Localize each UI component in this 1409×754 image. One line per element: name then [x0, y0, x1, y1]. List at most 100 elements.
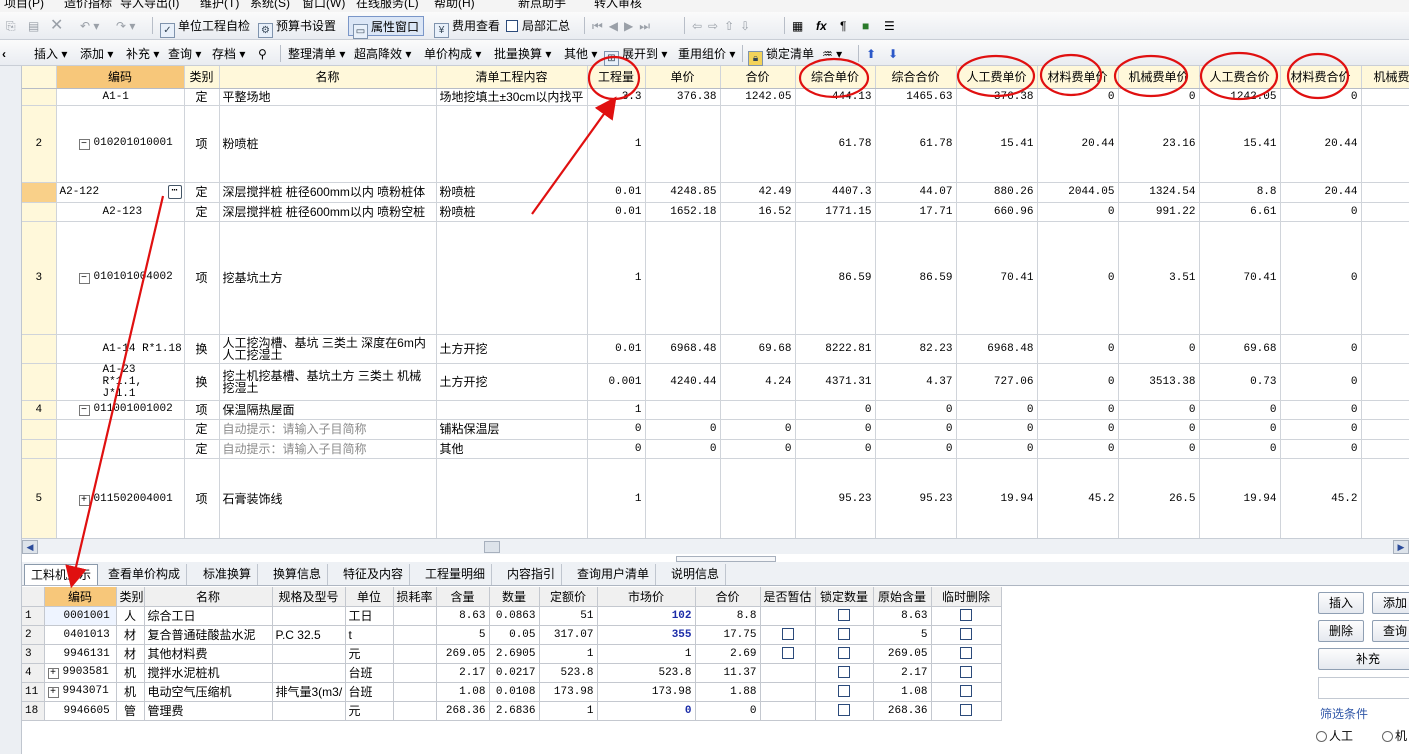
row-content[interactable] [436, 400, 588, 420]
resource-code[interactable]: 0401013 [44, 625, 117, 645]
row-total-price[interactable]: 0 [720, 439, 796, 459]
table-row[interactable]: A1-14 R*1.18 换人工挖沟槽、基坑 三类土 深度在6m内 人工挖湿土 土方… [22, 334, 1409, 364]
unit-price-comp-menu[interactable]: 单价构成 ▾ [424, 44, 481, 64]
row-comp-unit-price[interactable]: 444.13 [795, 88, 876, 106]
resource-temp-delete[interactable] [931, 682, 1002, 702]
row-labor-total[interactable]: 69.68 [1199, 334, 1281, 364]
paste-icon[interactable]: ▤ [28, 16, 39, 36]
row-machine-unit-price[interactable]: 0 [1118, 334, 1200, 364]
resource-quota-price[interactable]: 173.98 [539, 682, 598, 702]
row-total-price[interactable]: 16.52 [720, 202, 796, 222]
resource-quota-price[interactable]: 523.8 [539, 663, 598, 683]
resource-temp-delete[interactable] [931, 606, 1002, 626]
resource-orig-content[interactable]: 269.05 [873, 644, 932, 664]
resource-quota-price[interactable]: 317.07 [539, 625, 598, 645]
row-name[interactable]: 人工挖沟槽、基坑 三类土 深度在6m内 人工挖湿土 [219, 334, 437, 364]
menu-system[interactable]: 系统(S) [250, 0, 290, 11]
row-total-price[interactable]: 4.24 [720, 363, 796, 401]
row-quantity[interactable]: 1 [587, 400, 646, 420]
other-menu[interactable]: 其他 ▾ [564, 44, 597, 64]
row-quantity[interactable]: 3.3 [587, 88, 646, 106]
collapse-panel-icon[interactable]: ‹ [2, 44, 6, 64]
collapse-icon[interactable]: − [78, 405, 90, 416]
resource-total[interactable]: 11.37 [695, 663, 761, 683]
table-row[interactable]: A2-123 定深层搅拌桩 桩径600mm以内 喷粉空桩 粉喷桩 0.01 1652.1… [22, 202, 1409, 222]
list-icon[interactable]: ☰ [884, 16, 895, 36]
resource-loss[interactable] [393, 644, 437, 664]
add-resource-button[interactable]: 添加 [1372, 592, 1409, 614]
resource-lock-qty[interactable] [815, 701, 874, 721]
temp-delete-checkbox[interactable] [960, 627, 972, 640]
resource-qty[interactable]: 0.0108 [489, 682, 540, 702]
row-unit-price[interactable]: 376.38 [645, 88, 721, 106]
collapse-icon[interactable]: − [78, 273, 90, 284]
row-labor-unit-price[interactable]: 19.94 [956, 458, 1038, 538]
resource-provisional[interactable] [760, 701, 816, 721]
row-comp-total-price[interactable]: 86.59 [875, 221, 957, 335]
row-labor-unit-price[interactable]: 6968.48 [956, 334, 1038, 364]
formula-icon[interactable]: fx [816, 16, 827, 36]
col-machine-unit-price[interactable]: 机械费单价 [1118, 66, 1200, 89]
table-row[interactable]: 2−010201010001 项粉喷桩 1 61.78 61.78 15.41 20.44 2… [22, 105, 1409, 183]
resource-provisional[interactable] [760, 644, 816, 664]
calculator-icon[interactable]: ▦ [792, 16, 803, 36]
row-number[interactable] [22, 419, 57, 440]
row-type[interactable]: 定 [184, 202, 220, 222]
resource-lock-qty[interactable] [815, 682, 874, 702]
budget-settings-button[interactable]: ⚙ 预算书设置 [258, 16, 336, 38]
row-name[interactable]: 深层搅拌桩 桩径600mm以内 喷粉桩体 [219, 182, 437, 203]
row-material-total[interactable]: 20.44 [1280, 182, 1362, 203]
row-number[interactable] [22, 439, 57, 459]
supplement-menu[interactable]: 补充 ▾ [126, 44, 159, 64]
temp-delete-checkbox[interactable] [960, 646, 972, 659]
row-material-total[interactable]: 0 [1280, 334, 1362, 364]
lock-qty-checkbox[interactable] [838, 646, 850, 659]
rcol-name[interactable]: 名称 [144, 587, 273, 607]
resource-type[interactable]: 管 [116, 701, 145, 721]
row-labor-unit-price[interactable]: 727.06 [956, 363, 1038, 401]
partial-sum-toggle[interactable]: 局部汇总 [506, 16, 570, 36]
row-material-unit-price[interactable]: 0 [1037, 221, 1119, 335]
copy-icon[interactable]: ⎘ [6, 16, 16, 36]
table-row[interactable]: A1-23 R*1.1, J*1.1 换挖土机挖基槽、基坑土方 三类土 机械挖湿土… [22, 363, 1409, 401]
row-code[interactable]: A2-122 ⋯ [56, 182, 185, 203]
row-comp-unit-price[interactable]: 61.78 [795, 105, 876, 183]
row-content[interactable]: 粉喷桩 [436, 202, 588, 222]
row-machine-fee[interactable] [1361, 182, 1409, 203]
row-material-total[interactable]: 45.2 [1280, 458, 1362, 538]
row-material-total[interactable]: 0 [1280, 419, 1362, 440]
lock-qty-checkbox[interactable] [838, 627, 850, 640]
row-name[interactable]: 石膏装饰线 [219, 458, 437, 538]
row-code[interactable]: A2-123 [56, 202, 185, 222]
row-comp-total-price[interactable]: 95.23 [875, 458, 957, 538]
resource-qty[interactable]: 0.05 [489, 625, 540, 645]
row-unit-price[interactable]: 1652.18 [645, 202, 721, 222]
row-material-total[interactable]: 0 [1280, 363, 1362, 401]
row-type[interactable]: 定 [184, 439, 220, 459]
rcol-content[interactable]: 含量 [436, 587, 490, 607]
delete-resource-button[interactable]: 删除 [1318, 620, 1364, 642]
menu-audit[interactable]: 转入审核 [594, 0, 642, 11]
resource-orig-content[interactable]: 8.63 [873, 606, 932, 626]
resource-qty[interactable]: 0.0217 [489, 663, 540, 683]
row-material-unit-price[interactable]: 0 [1037, 419, 1119, 440]
resource-code[interactable]: 9946131 [44, 644, 117, 664]
row-comp-unit-price[interactable]: 0 [795, 439, 876, 459]
resource-code[interactable]: +9903581 [44, 663, 117, 683]
lock-qty-checkbox[interactable] [838, 608, 850, 621]
resource-market-price[interactable]: 173.98 [597, 682, 696, 702]
tab-conversion-info[interactable]: 换算信息 [267, 564, 329, 585]
row-name[interactable]: 保温隔热屋面 [219, 400, 437, 420]
row-material-unit-price[interactable]: 2044.05 [1037, 182, 1119, 203]
row-type[interactable]: 项 [184, 458, 220, 538]
temp-delete-checkbox[interactable] [960, 684, 972, 697]
row-type[interactable]: 定 [184, 88, 220, 106]
row-unit-price[interactable] [645, 221, 721, 335]
row-comp-unit-price[interactable]: 1771.15 [795, 202, 876, 222]
row-name[interactable]: 平整场地 [219, 88, 437, 106]
menu-window[interactable]: 窗口(W) [302, 0, 345, 11]
row-comp-total-price[interactable]: 44.07 [875, 182, 957, 203]
binoculars-icon[interactable]: ⚲ [258, 44, 267, 64]
row-comp-total-price[interactable]: 1465.63 [875, 88, 957, 106]
tab-user-list[interactable]: 查询用户清单 [571, 564, 657, 585]
